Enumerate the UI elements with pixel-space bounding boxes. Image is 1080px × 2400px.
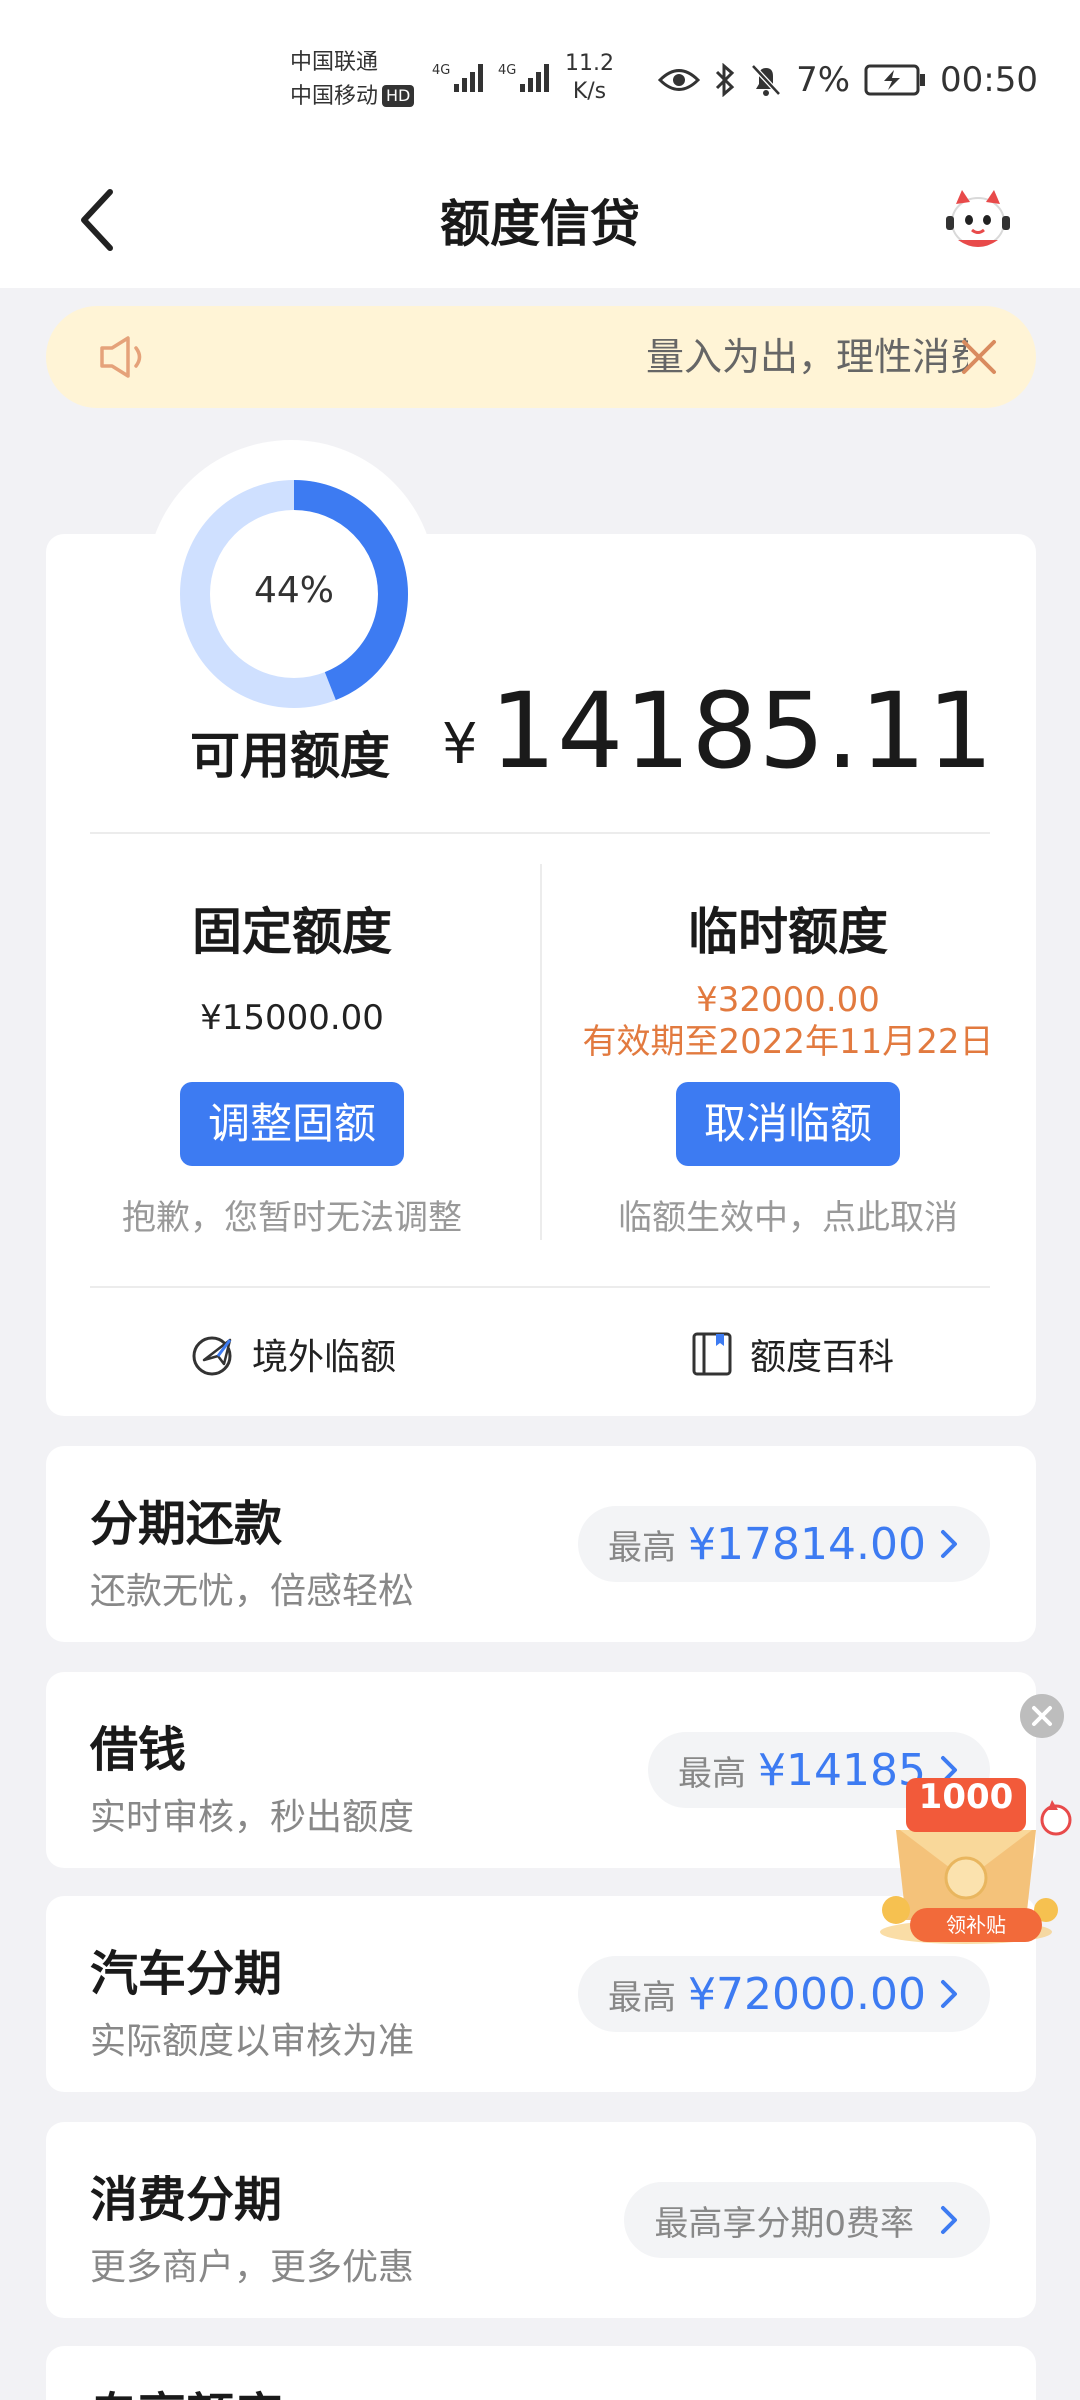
overseas-credit-link[interactable]: 境外临额 [190,1328,396,1380]
clock: 00:50 [940,60,1038,100]
service-subtitle: 实时审核，秒出额度 [90,1797,415,1838]
pill-prefix: 最高 [678,1753,747,1794]
bell-muted-icon [751,64,781,96]
overseas-credit-label: 境外临额 [252,1337,397,1378]
book-icon [692,1332,732,1376]
plane-globe-icon [192,1336,232,1376]
service-limit-pill[interactable]: 最高 ¥17814.00 [578,1506,990,1582]
net-speed-value: 11.2 [565,51,614,76]
notice-bar: 量入为出，理性消费 [46,306,1036,408]
service-title: 专享额度 [90,2376,282,2400]
service-limit-pill[interactable]: 最高享分期0费率 [624,2182,990,2258]
battery-percent: 7% [796,60,851,100]
pill-prefix: 最高 [608,1527,677,1568]
adjust-fixed-credit-button[interactable]: 调整固额 [180,1082,404,1166]
app-header: 额度信贷 [0,150,1080,288]
carrier-2: 中国移动 [290,84,379,109]
signal-icon-2: 4G [498,63,549,92]
battery-charging-icon [864,64,926,96]
currency-symbol: ¥ [442,712,478,777]
service-title: 消费分期 [90,2172,283,2228]
chevron-right-icon [941,2206,957,2234]
service-title: 借钱 [90,1722,187,1778]
hd-badge: HD [382,85,415,107]
signal-icon-1: 4G [432,63,483,92]
temp-credit-hint[interactable]: 临额生效中，点此取消 [568,1190,1008,1239]
net-speed-unit: K/s [572,79,607,104]
service-title: 汽车分期 [90,1946,283,2002]
pill-amount: ¥72000.00 [688,1968,926,2020]
column-divider [540,864,542,1240]
eye-icon [658,69,701,91]
service-subtitle: 实际额度以审核为准 [90,2021,415,2062]
available-credit-label: 可用额度 [190,727,390,785]
fixed-credit-title: 固定额度 [192,903,392,961]
carrier-info: 中国联通 中国移动 HD [290,46,415,114]
status-icons: 7% 00:50 [658,56,1038,104]
ring-percent-label: 44% [253,570,334,611]
pill-amount: ¥17814.00 [688,1518,926,1570]
service-row-installment-repay[interactable]: 分期还款 还款无忧，倍感轻松 最高 ¥17814.00 [46,1446,1036,1642]
available-credit-amount: 14185.11 [490,670,995,792]
bluetooth-icon [716,63,735,97]
service-row-consumer-installment[interactable]: 消费分期 更多商户，更多优惠 最高享分期0费率 [46,2122,1036,2318]
net-type-1: 4G [432,63,450,78]
close-icon[interactable] [958,336,1000,378]
claim-subsidy-button[interactable]: 领补贴 [910,1908,1042,1942]
service-subtitle: 更多商户，更多优惠 [90,2247,415,2288]
chevron-right-icon [941,1530,957,1558]
status-bar: 中国联通 中国移动 HD 4G 4G 11.2 K/s 7% 00:50 [0,0,1080,150]
credit-wiki-label: 额度百科 [750,1337,895,1378]
credit-wiki-link[interactable]: 额度百科 [688,1328,894,1380]
cancel-temp-credit-button[interactable]: 取消临额 [676,1082,900,1166]
net-type-2: 4G [498,63,516,78]
service-title: 分期还款 [90,1496,283,1552]
carrier-1: 中国联通 [290,50,379,75]
temp-credit-amount: ¥32000.00 [696,980,880,1020]
fixed-credit-amount: ¥15000.00 [200,998,384,1038]
service-subtitle: 还款无忧，倍感轻松 [90,1571,415,1612]
pill-prefix: 最高 [608,1977,677,2018]
coupon-close-icon[interactable] [1020,1694,1064,1738]
chevron-right-icon [941,1980,957,2008]
divider [90,1286,990,1288]
speaker-icon [100,336,142,378]
divider [90,832,990,834]
page-title: 额度信贷 [440,195,640,253]
temp-credit-title: 临时额度 [688,903,888,961]
customer-service-mascot-icon[interactable] [942,182,1014,254]
notice-text: 量入为出，理性消费 [646,335,968,379]
pill-prefix: 最高享分期0费率 [654,2203,914,2244]
coupon-amount: 1000 [918,1777,1014,1817]
fixed-credit-hint: 抱歉，您暂时无法调整 [122,1198,462,1238]
service-row-exclusive-credit[interactable]: 专享额度 [46,2346,1036,2400]
temp-credit-validity: 有效期至2022年11月22日 [582,1022,994,1062]
net-speed: 11.2 K/s [565,50,614,106]
service-limit-pill[interactable]: 最高 ¥72000.00 [578,1956,990,2032]
